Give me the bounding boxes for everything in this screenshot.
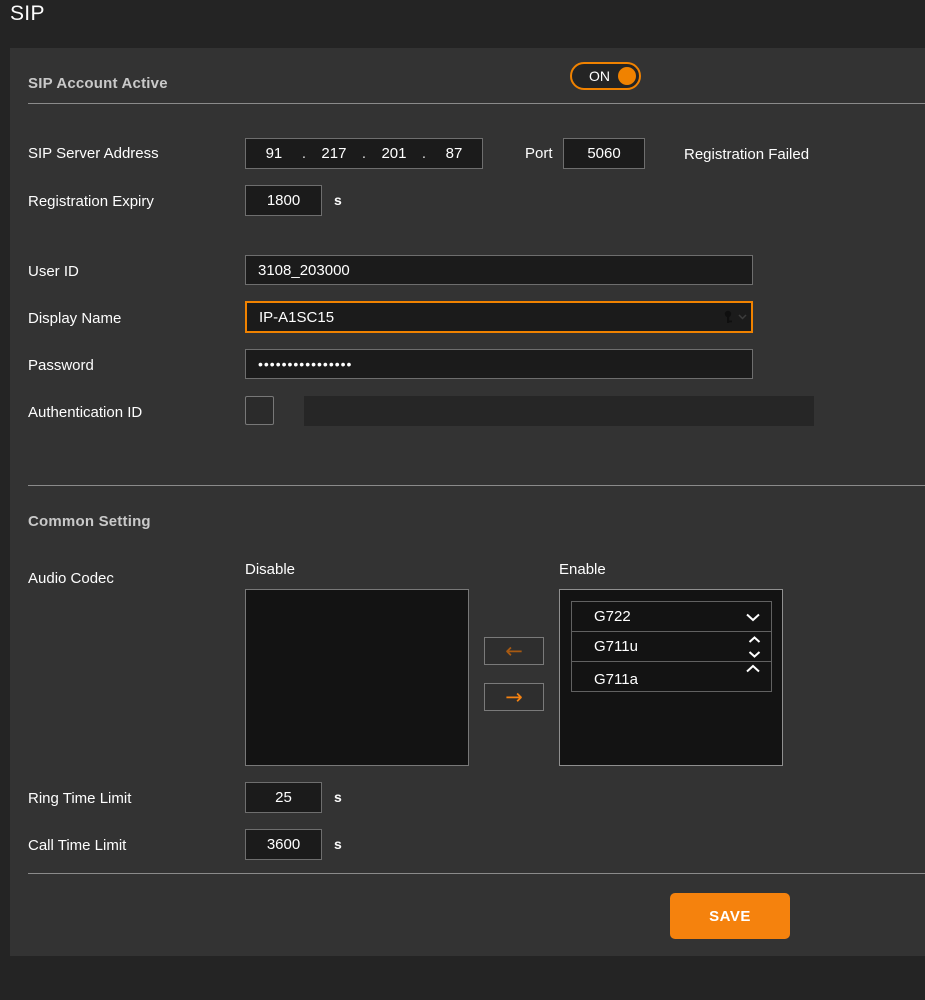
enable-list-label: Enable (559, 561, 606, 578)
enabled-codecs-listbox[interactable]: G722 G711u G711a (559, 589, 783, 766)
display-name-label: Display Name (28, 310, 121, 327)
ring-time-limit-input[interactable] (245, 782, 322, 813)
chevron-down-icon (738, 314, 747, 320)
expiry-unit-label: s (334, 192, 342, 208)
port-label: Port (525, 145, 553, 162)
disable-list-label: Disable (245, 561, 295, 578)
authentication-id-checkbox[interactable] (245, 396, 274, 425)
sip-server-address-input[interactable]: 91 . 217 . 201 . 87 (245, 138, 483, 169)
ring-time-limit-label: Ring Time Limit (28, 790, 131, 807)
move-to-disable-button[interactable]: ← (484, 637, 544, 665)
move-to-enable-button[interactable]: → (484, 683, 544, 711)
codec-name: G711a (594, 671, 638, 688)
registration-status-text: Registration Failed (684, 146, 809, 163)
codec-row-g711a[interactable]: G711a (571, 661, 772, 692)
ring-unit-label: s (334, 789, 342, 805)
call-time-limit-input[interactable] (245, 829, 322, 860)
disabled-codecs-listbox[interactable] (245, 589, 469, 766)
port-input[interactable] (563, 138, 645, 169)
password-input[interactable] (245, 349, 753, 379)
autofill-adornment[interactable] (723, 309, 755, 325)
sip-account-active-toggle[interactable]: ON (570, 62, 641, 90)
ip-octet-2[interactable]: 217 (321, 145, 347, 162)
page-title: SIP (10, 2, 45, 26)
common-setting-header: Common Setting (28, 513, 151, 530)
ip-separator: . (302, 145, 306, 162)
user-id-label: User ID (28, 263, 79, 280)
ip-octet-1[interactable]: 91 (261, 145, 287, 162)
chevron-up-icon[interactable] (745, 664, 761, 673)
sip-settings-page: SIP SIP Account Active ON SIP Server Add… (0, 0, 925, 1000)
authentication-id-input (304, 396, 814, 426)
codec-row-g711u[interactable]: G711u (571, 631, 772, 662)
codec-name: G722 (594, 608, 631, 625)
settings-panel: SIP Account Active ON SIP Server Address… (10, 48, 925, 956)
key-icon (723, 310, 736, 324)
call-unit-label: s (334, 836, 342, 852)
divider (28, 103, 925, 104)
audio-codec-label: Audio Codec (28, 570, 114, 587)
right-arrow-icon: → (505, 687, 523, 708)
call-time-limit-label: Call Time Limit (28, 837, 126, 854)
authentication-id-label: Authentication ID (28, 404, 142, 421)
divider (28, 873, 925, 874)
sip-account-active-label: SIP Account Active (28, 75, 168, 92)
chevron-up-down-icon[interactable] (748, 636, 761, 659)
display-name-input[interactable] (245, 301, 753, 333)
ip-separator: . (362, 145, 366, 162)
password-label: Password (28, 357, 94, 374)
registration-expiry-input[interactable] (245, 185, 322, 216)
toggle-state-label: ON (589, 68, 610, 84)
ip-octet-4[interactable]: 87 (441, 145, 467, 162)
sip-server-address-label: SIP Server Address (28, 145, 159, 162)
save-button[interactable]: SAVE (670, 893, 790, 939)
user-id-input[interactable] (245, 255, 753, 285)
divider (28, 485, 925, 486)
left-arrow-icon: ← (505, 641, 523, 662)
registration-expiry-label: Registration Expiry (28, 193, 154, 210)
codec-name: G711u (594, 638, 638, 655)
codec-row-g722[interactable]: G722 (571, 601, 772, 632)
chevron-down-icon[interactable] (745, 613, 761, 622)
toggle-knob (618, 67, 636, 85)
ip-separator: . (422, 145, 426, 162)
ip-octet-3[interactable]: 201 (381, 145, 407, 162)
